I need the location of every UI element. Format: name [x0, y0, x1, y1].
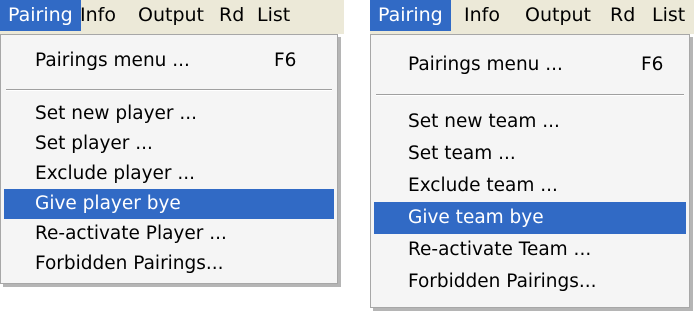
menu-item-pairings-menu[interactable]: Pairings menu ... F6	[374, 49, 686, 81]
menu-item-label: Pairings menu ...	[408, 54, 563, 75]
menu-item-set-player[interactable]: Set player ...	[4, 129, 334, 159]
menu-item-reactivate-team[interactable]: Re-activate Team ...	[374, 234, 686, 266]
shortcut-label: F6	[641, 54, 664, 75]
menu-separator	[376, 94, 684, 96]
menu-item-exclude-player[interactable]: Exclude player ...	[4, 159, 334, 189]
menu-item-give-player-bye[interactable]: Give player bye	[4, 189, 334, 219]
menu-item-set-new-player[interactable]: Set new player ...	[4, 99, 334, 129]
menu-item-reactivate-player[interactable]: Re-activate Player ...	[4, 219, 334, 249]
menubar-list[interactable]: List	[644, 0, 693, 31]
player-pairing-menu-panel: Pairing Info Output Rd List Pairings men…	[0, 0, 344, 290]
menu-item-label: Pairings menu ...	[35, 50, 190, 71]
pairing-dropdown-menu: Pairings menu ... F6 Set new team ... Se…	[370, 34, 690, 308]
menubar-output[interactable]: Output	[517, 0, 599, 31]
menu-separator	[6, 89, 332, 91]
menu-item-set-new-team[interactable]: Set new team ...	[374, 106, 686, 138]
menu-item-give-team-bye[interactable]: Give team bye	[374, 202, 686, 234]
menubar-pairing[interactable]: Pairing	[0, 0, 81, 31]
menu-item-exclude-team[interactable]: Exclude team ...	[374, 170, 686, 202]
menubar-info[interactable]: Info	[72, 0, 124, 31]
menubar-rd[interactable]: Rd	[602, 0, 643, 31]
menu-bar: Pairing Info Output Rd List	[370, 0, 694, 34]
menubar-info[interactable]: Info	[456, 0, 508, 31]
menu-item-pairings-menu[interactable]: Pairings menu ... F6	[4, 46, 334, 76]
pairing-dropdown-menu: Pairings menu ... F6 Set new player ... …	[0, 34, 338, 284]
menu-bar: Pairing Info Output Rd List	[0, 0, 344, 34]
menu-item-set-team[interactable]: Set team ...	[374, 138, 686, 170]
menubar-pairing[interactable]: Pairing	[370, 0, 451, 31]
shortcut-label: F6	[274, 50, 297, 71]
menubar-list[interactable]: List	[249, 0, 298, 31]
menu-item-forbidden-pairings[interactable]: Forbidden Pairings...	[374, 266, 686, 298]
menubar-output[interactable]: Output	[130, 0, 212, 31]
menubar-rd[interactable]: Rd	[211, 0, 252, 31]
menu-item-forbidden-pairings[interactable]: Forbidden Pairings...	[4, 249, 334, 279]
team-pairing-menu-panel: Pairing Info Output Rd List Pairings men…	[370, 0, 694, 313]
